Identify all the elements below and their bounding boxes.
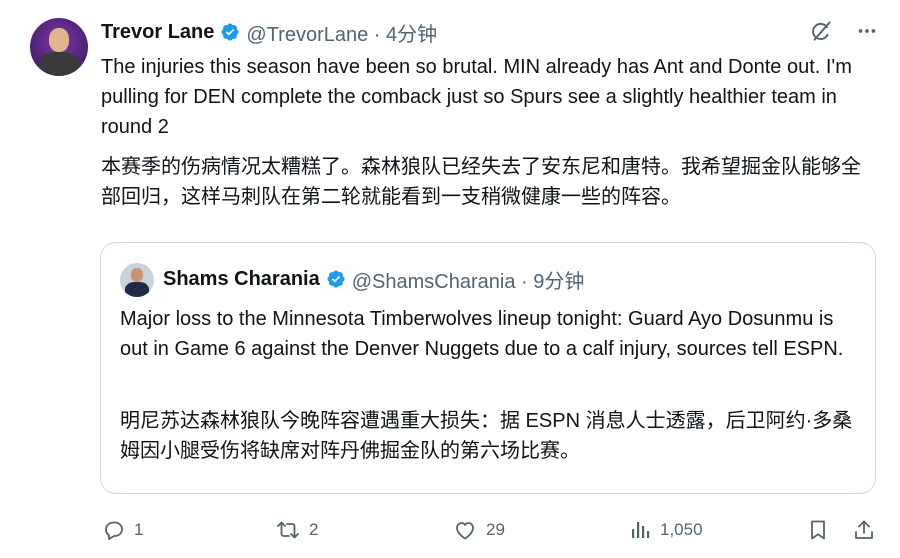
views-button[interactable]: 1,050 [628, 512, 703, 548]
quoted-avatar-body [125, 282, 149, 297]
reply-button[interactable]: 1 [102, 512, 143, 548]
more-icon[interactable] [856, 20, 878, 42]
repost-icon [277, 521, 299, 539]
reply-icon [105, 521, 123, 540]
quoted-author-handle-time[interactable]: @ShamsCharania · 9分钟 [352, 265, 585, 294]
repost-button[interactable]: 2 [275, 512, 318, 548]
tweet-text-english: The injuries this season have been so br… [101, 56, 852, 138]
author-handle-time[interactable]: @TrevorLane · 4分钟 [246, 18, 437, 47]
quoted-text-english: Major loss to the Minnesota Timberwolves… [120, 308, 844, 360]
tweet-text-chinese: 本赛季的伤病情况太糟糕了。森林狼队已经失去了安东尼和唐特。我希望掘金队能够全部回… [101, 156, 861, 208]
quoted-author-avatar[interactable] [120, 263, 154, 297]
avatar-head [49, 28, 69, 52]
quoted-avatar-head [131, 268, 143, 282]
like-count: 29 [486, 520, 505, 539]
quoted-text-chinese: 明尼苏达森林狼队今晚阵容遭遇重大损失：据 ESPN 消息人士透露，后卫阿约·多桑… [120, 410, 853, 462]
quoted-author-name[interactable]: Shams Charania [163, 268, 320, 291]
tweet-top-actions [808, 18, 878, 44]
views-count: 1,050 [660, 520, 703, 539]
tweet-action-bar: 1 2 29 1,050 [0, 512, 900, 548]
share-icon [855, 520, 873, 539]
verified-badge-icon [221, 23, 239, 41]
author-avatar[interactable] [30, 18, 88, 76]
repost-count: 2 [309, 520, 319, 539]
bookmark-button[interactable] [806, 512, 830, 548]
grok-icon[interactable] [808, 18, 834, 44]
bookmark-icon [811, 520, 825, 540]
verified-badge-icon [327, 270, 345, 288]
views-icon [632, 522, 650, 538]
avatar-body [39, 52, 79, 76]
share-button[interactable] [852, 512, 876, 548]
quoted-tweet-header: Shams Charania @ShamsCharania · 9分钟 [163, 265, 585, 294]
quoted-tweet-card[interactable]: Shams Charania @ShamsCharania · 9分钟 Majo… [100, 242, 876, 494]
reply-count: 1 [134, 520, 144, 539]
author-name[interactable]: Trevor Lane [101, 21, 214, 44]
tweet-header: Trevor Lane @TrevorLane · 4分钟 [101, 18, 437, 47]
like-button[interactable]: 29 [452, 512, 505, 548]
like-icon [456, 522, 474, 540]
